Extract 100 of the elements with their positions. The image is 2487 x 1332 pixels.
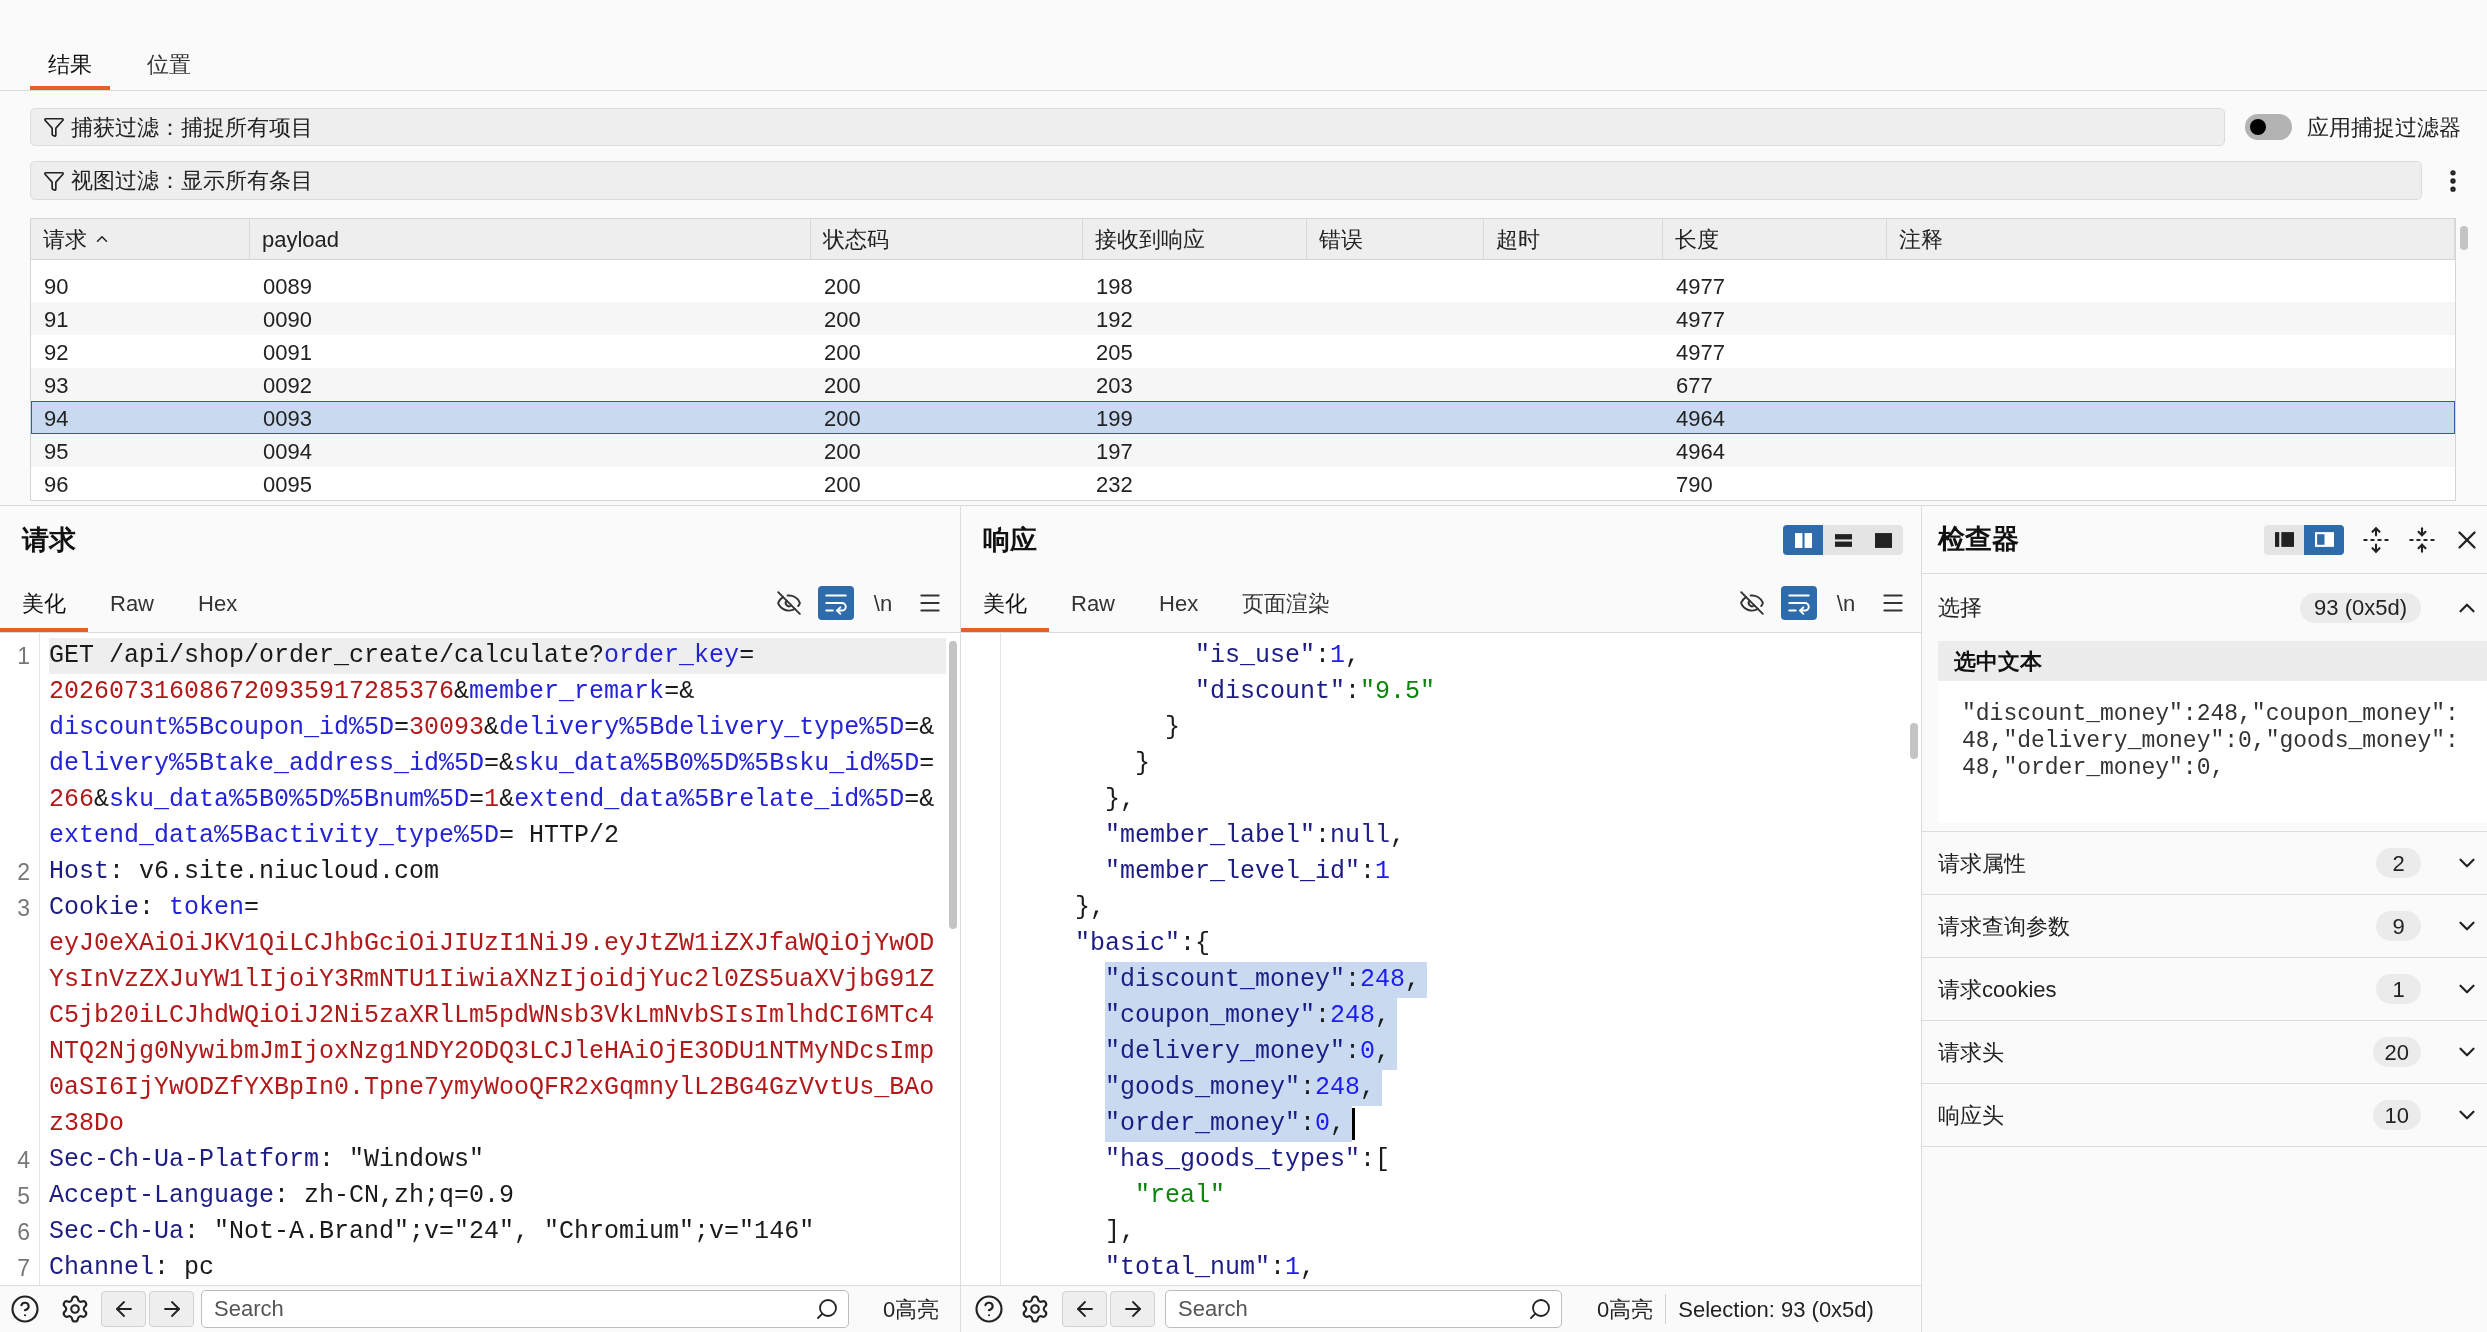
settings-icon[interactable] — [1020, 1294, 1050, 1324]
code-line: } — [1135, 748, 1152, 780]
tab[interactable]: Raw — [88, 574, 176, 632]
table-cell-text: 96 — [44, 471, 69, 499]
line-number: 7 — [16, 1254, 31, 1283]
column-header[interactable]: 请求 — [31, 219, 250, 259]
table-row[interactable]: 93 0092 200 203 677 — [31, 368, 2455, 401]
back-button[interactable] — [1062, 1291, 1107, 1327]
table-cell-text: 200 — [824, 306, 861, 334]
table-cell-text: 0089 — [263, 273, 312, 301]
count-badge: 1 — [2376, 974, 2421, 1004]
table-cell-text: 94 — [44, 405, 69, 433]
column-header[interactable]: 状态码 — [811, 219, 1083, 259]
forward-button[interactable] — [149, 1291, 194, 1327]
column-header[interactable]: 错误 — [1307, 219, 1484, 259]
help-icon[interactable] — [974, 1294, 1004, 1324]
line-number: 1 — [16, 642, 31, 671]
toggle-switch[interactable] — [2245, 114, 2292, 140]
code-line: "member_level_id":1 — [1105, 856, 1392, 888]
code-line: } — [1165, 712, 1182, 744]
highlight-count: 0高亮 — [883, 1295, 940, 1324]
table-cell-text: 200 — [824, 471, 861, 499]
tab[interactable]: 结果 — [30, 42, 110, 90]
selected-text: "discount_money":248,"coupon_money": 48,"delivery_money":0,"goods_money": 48,"order_money":0, — [1938, 681, 2487, 823]
search-field[interactable]: Search — [1165, 1290, 1562, 1328]
tab[interactable]: Raw — [1049, 574, 1137, 632]
rows-icon — [1834, 532, 1852, 548]
table-cell-text: 0091 — [263, 339, 312, 367]
tab[interactable]: Hex — [1137, 574, 1221, 632]
table-cell-text: 200 — [824, 339, 861, 367]
scrollbar-thumb[interactable] — [949, 641, 957, 929]
table-row[interactable]: 95 0094 200 197 4964 — [31, 434, 2455, 467]
column-header[interactable]: payload — [250, 219, 811, 259]
tab[interactable]: 位置 — [129, 42, 209, 90]
highlight-count: 0高亮 — [1597, 1295, 1654, 1324]
section-header[interactable]: 请求属性 2 — [1922, 832, 2487, 895]
table-cell-text: 790 — [1676, 471, 1713, 499]
newline-toggle[interactable]: \n — [865, 586, 901, 620]
table-cell-text: 198 — [1096, 273, 1133, 301]
fold-icon[interactable] — [2408, 525, 2436, 554]
code-line: GET /api/shop/order_create/calculate?order_key= 202607316086720935917285376&member_remark=& discount%5Bcoupon_id%5D=30093&delivery%5Bdelivery_type%5D=& delivery%5Btake_address_id%5D=&sku_data%5B0%5D%5Bsku_id%5D= 266&sku_data%5B0%5D%5Bnum%5D=1&extend_data%5Brelate_id%5D=& extend_data%5Bactivity_type%5D= HTTP/2 — [49, 638, 946, 854]
settings-icon[interactable] — [60, 1294, 90, 1324]
wrap-toggle[interactable] — [1781, 586, 1817, 620]
selected-text-heading: 选中文本 — [1938, 641, 2487, 681]
selection-info: Selection: 93 (0x5d) — [1678, 1295, 1874, 1324]
switch-label: 应用捕捉过滤器 — [2307, 113, 2461, 142]
table-cell-text: 192 — [1096, 306, 1133, 334]
code-line: "real" — [1135, 1180, 1227, 1212]
view-filter-bar[interactable]: 视图过滤：显示所有条目 — [30, 161, 2422, 200]
table-cell-text: 95 — [44, 438, 69, 466]
code-line: Cookie: token= eyJ0eXAiOiJKV1QiLCJhbGciOiJIUzI1NiJ9.eyJtZW1iZXJfaWQiOjYwOD YsInVzZXJuYW1lIjoiY3RmNTU1IiwiaXNzIjoidjYuc2l0ZS5uaXVjbG91Z C5jb20iLCJhdWQiOiJ2Ni5zaXRlLm5pdWNsb3VkLmNvbSIsImlhdCI6MTc4 NTQ2Njg0NywibmJmIjoxNzg1NDY2ODQ3LCJleHAiOjE3ODU1NTMyNDcsImp 0aSI6IjYwODZfYXBpIn0.Tpne7ymyWooQFR2xGqmnylL2BG4GzVvtUs_BAo z38Do — [49, 892, 935, 1140]
code-line: "has_goods_types":[ — [1105, 1144, 1392, 1176]
back-button[interactable] — [101, 1291, 146, 1327]
table-cell-text: 4977 — [1676, 273, 1725, 301]
table-row[interactable]: 91 0090 200 192 4977 — [31, 302, 2455, 335]
code-line: "member_label":null, — [1105, 820, 1407, 852]
search-field[interactable]: Search — [201, 1290, 849, 1328]
panel-left-icon — [2274, 532, 2294, 547]
eye-off-icon — [776, 590, 802, 616]
section-header[interactable]: 选择 93 (0x5d) — [1922, 574, 2487, 641]
table-cell-text: 0090 — [263, 306, 312, 334]
scrollbar-thumb[interactable] — [2460, 226, 2468, 250]
table-cell-text: 203 — [1096, 372, 1133, 400]
table-cell-text: 4964 — [1676, 405, 1725, 433]
code-line: Channel: pc — [49, 1252, 215, 1284]
section-header[interactable]: 请求查询参数 9 — [1922, 895, 2487, 958]
column-header[interactable]: 接收到响应 — [1083, 219, 1307, 259]
section-header[interactable]: 请求cookies 1 — [1922, 958, 2487, 1021]
column-header[interactable]: 超时 — [1484, 219, 1663, 259]
code-line: }, — [1105, 784, 1137, 816]
table-cell-text: 91 — [44, 306, 69, 334]
unfold-icon[interactable] — [2362, 525, 2390, 554]
section-header[interactable]: 请求头 20 — [1922, 1021, 2487, 1084]
table-cell-text: 199 — [1096, 405, 1133, 433]
capture-filter-bar[interactable]: 捕获过滤：捕捉所有项目 — [30, 108, 2225, 146]
help-icon[interactable] — [10, 1294, 40, 1324]
code-line: Sec-Ch-Ua-Platform: "Windows" — [49, 1144, 485, 1176]
scrollbar-thumb[interactable] — [1910, 723, 1918, 759]
tab[interactable]: Hex — [176, 574, 260, 632]
columns-icon — [1794, 532, 1812, 548]
table-cell-text: 4977 — [1676, 306, 1725, 334]
line-number: 3 — [16, 894, 31, 923]
column-header[interactable]: 长度 — [1663, 219, 1887, 259]
layout-button[interactable] — [2264, 524, 2304, 555]
table-cell-text: 200 — [824, 405, 861, 433]
table-cell-text: 0092 — [263, 372, 312, 400]
wrap-toggle[interactable] — [818, 586, 854, 620]
table-cell-text: 200 — [824, 273, 861, 301]
newline-toggle[interactable]: \n — [1828, 586, 1864, 620]
layout-button[interactable] — [1863, 525, 1903, 555]
table-cell-text: 200 — [824, 438, 861, 466]
code-line: "discount":"9.5" — [1195, 676, 1437, 708]
tab[interactable]: 页面渲染 — [1220, 574, 1353, 632]
table-row[interactable]: 94 0093 200 199 4964 — [31, 401, 2455, 434]
forward-button[interactable] — [1110, 1291, 1155, 1327]
layout-button[interactable] — [1823, 525, 1863, 555]
column-header[interactable]: 注释 — [1887, 219, 2455, 259]
filter-icon — [43, 116, 65, 138]
table-cell-text: 4964 — [1676, 438, 1725, 466]
section-header[interactable]: 响应头 10 — [1922, 1084, 2487, 1147]
